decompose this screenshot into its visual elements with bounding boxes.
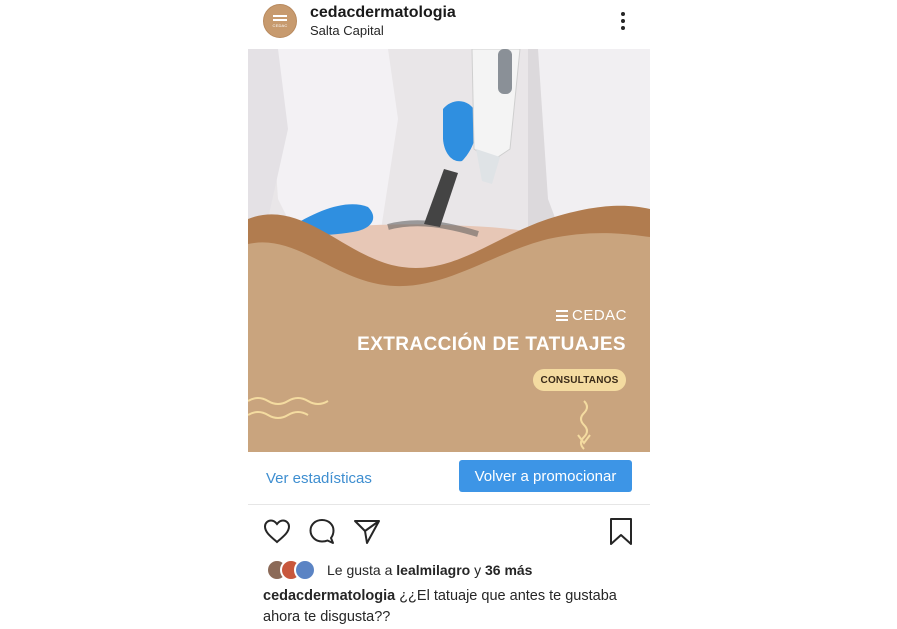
brand-mark-icon [556,310,568,321]
action-bar [248,512,650,548]
more-options-icon[interactable] [614,10,632,32]
photo-illustration [248,49,650,452]
promotion-bar: Ver estadísticas Volver a promocionar [248,453,650,505]
view-insights-link[interactable]: Ver estadísticas [266,470,372,487]
share-icon[interactable] [352,517,382,545]
liker-username[interactable]: lealmilagro [396,562,470,578]
likes-row[interactable]: Le gusta a lealmilagro y 36 más [266,558,532,582]
post-image[interactable]: CEDAC EXTRACCIÓN DE TATUAJES CONSULTANOS [248,49,650,452]
post-header: CEDAC cedacdermatologia Salta Capital [248,0,650,48]
avatar [294,559,316,581]
liker-avatars [266,559,320,581]
location[interactable]: Salta Capital [310,23,384,38]
likes-prefix: Le gusta a [327,562,393,578]
avatar[interactable]: CEDAC [263,4,297,38]
bookmark-icon[interactable] [606,517,636,545]
username[interactable]: cedacdermatologia [310,4,456,22]
comment-icon[interactable] [307,517,337,545]
image-headline: EXTRACCIÓN DE TATUAJES [357,334,626,355]
instagram-post: CEDAC cedacdermatologia Salta Capital CE… [248,0,650,629]
avatar-label: CEDAC [272,23,288,28]
likes-others[interactable]: 36 más [485,562,532,578]
post-caption: cedacdermatologia ¿¿El tatuaje que antes… [263,586,643,628]
likes-text: Le gusta a lealmilagro y 36 más [327,562,532,578]
likes-conjunction: y [474,562,482,578]
heart-icon[interactable] [262,517,292,545]
caption-username[interactable]: cedacdermatologia [263,588,395,604]
image-cta-badge: CONSULTANOS [533,369,626,391]
promote-again-button[interactable]: Volver a promocionar [459,460,632,492]
brand-logo: CEDAC [556,307,627,324]
brand-text: CEDAC [572,307,628,324]
